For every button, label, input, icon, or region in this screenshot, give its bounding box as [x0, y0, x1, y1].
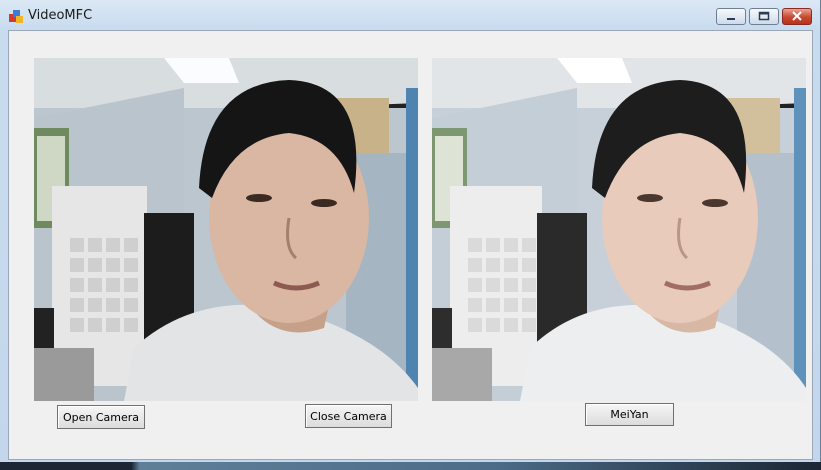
camera-view-beautified [432, 58, 806, 401]
maximize-button[interactable] [749, 8, 779, 25]
close-icon [792, 11, 802, 21]
camera-view-original [34, 58, 418, 401]
window-title: VideoMFC [28, 8, 93, 23]
meiyan-label: MeiYan [610, 408, 649, 421]
close-camera-label: Close Camera [310, 409, 387, 423]
minimize-icon [727, 18, 735, 20]
maximize-icon [758, 11, 770, 21]
open-camera-button[interactable]: Open Camera [57, 405, 145, 429]
client-area: Open Camera Close Camera MeiYan [8, 30, 813, 460]
open-camera-label: Open Camera [62, 410, 140, 424]
close-camera-button[interactable]: Close Camera [305, 404, 392, 428]
taskbar-edge [0, 462, 821, 470]
title-bar[interactable]: VideoMFC [0, 0, 821, 30]
camera-image-original [34, 58, 418, 401]
close-button[interactable] [782, 8, 812, 25]
meiyan-button[interactable]: MeiYan [585, 403, 674, 426]
app-icon [9, 10, 23, 23]
app-window: VideoMFC Open Camera Close Camera MeiYan [0, 0, 821, 466]
camera-image-beautified [432, 58, 806, 401]
minimize-button[interactable] [716, 8, 746, 25]
